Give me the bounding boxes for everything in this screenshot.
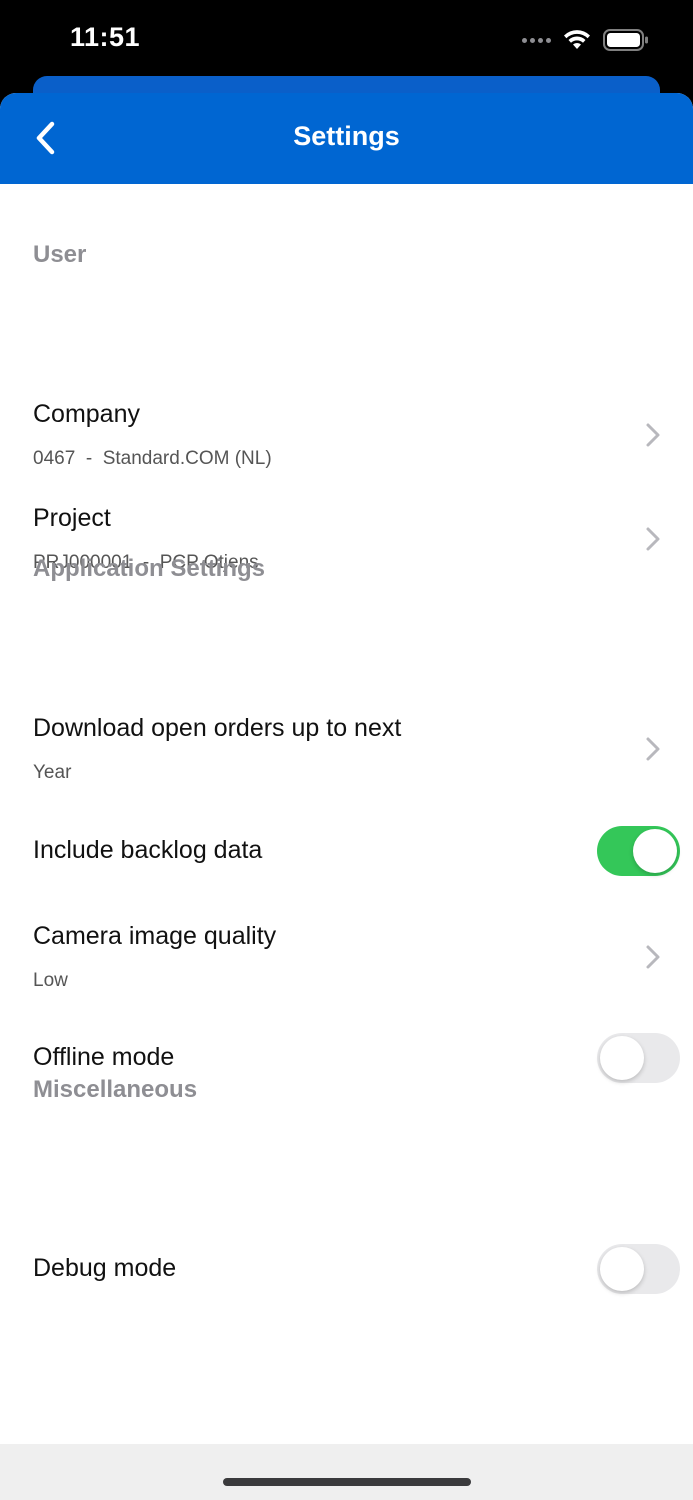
debug-mode-label: Debug mode bbox=[33, 1254, 177, 1282]
nav-header: Settings bbox=[0, 93, 693, 184]
status-time: 11:51 bbox=[70, 22, 141, 52]
toggle-knob bbox=[600, 1247, 644, 1291]
section-header-user: User bbox=[33, 241, 87, 268]
section-header-miscellaneous: Miscellaneous bbox=[33, 1076, 198, 1103]
home-indicator[interactable] bbox=[223, 1478, 471, 1486]
section-header-application-settings: Application Settings bbox=[33, 555, 266, 582]
camera-quality-value: Low bbox=[33, 970, 68, 991]
company-label: Company bbox=[33, 400, 140, 428]
backlog-data-toggle[interactable] bbox=[597, 826, 680, 876]
chevron-right-icon bbox=[646, 423, 660, 447]
camera-quality-row[interactable]: Camera image quality Low bbox=[0, 906, 693, 1006]
battery-icon bbox=[603, 29, 648, 51]
backlog-data-row: Include backlog data bbox=[0, 816, 693, 886]
offline-mode-label: Offline mode bbox=[33, 1043, 175, 1071]
toggle-knob bbox=[600, 1036, 644, 1080]
chevron-right-icon bbox=[646, 527, 660, 551]
chevron-right-icon bbox=[646, 737, 660, 761]
download-orders-row[interactable]: Download open orders up to next Year bbox=[0, 698, 693, 798]
chevron-right-icon bbox=[646, 945, 660, 969]
offline-mode-toggle[interactable] bbox=[597, 1033, 680, 1083]
download-orders-label: Download open orders up to next bbox=[33, 714, 402, 742]
settings-sheet: Settings User Company 0467 - Standard.CO… bbox=[0, 93, 693, 1500]
status-icons bbox=[522, 28, 649, 52]
debug-mode-toggle[interactable] bbox=[597, 1244, 680, 1294]
signal-dots-icon bbox=[522, 37, 551, 43]
page-title: Settings bbox=[293, 121, 400, 151]
toggle-knob bbox=[633, 829, 677, 873]
project-label: Project bbox=[33, 504, 111, 532]
debug-mode-row: Debug mode bbox=[0, 1234, 693, 1304]
download-orders-value: Year bbox=[33, 762, 72, 783]
company-row[interactable]: Company 0467 - Standard.COM (NL) bbox=[0, 384, 693, 484]
camera-quality-label: Camera image quality bbox=[33, 922, 277, 950]
wifi-icon bbox=[564, 30, 590, 49]
company-value: 0467 - Standard.COM (NL) bbox=[33, 448, 272, 469]
home-indicator-area bbox=[0, 1444, 693, 1500]
backlog-data-label: Include backlog data bbox=[33, 836, 263, 864]
status-bar: 11:51 bbox=[0, 0, 693, 80]
